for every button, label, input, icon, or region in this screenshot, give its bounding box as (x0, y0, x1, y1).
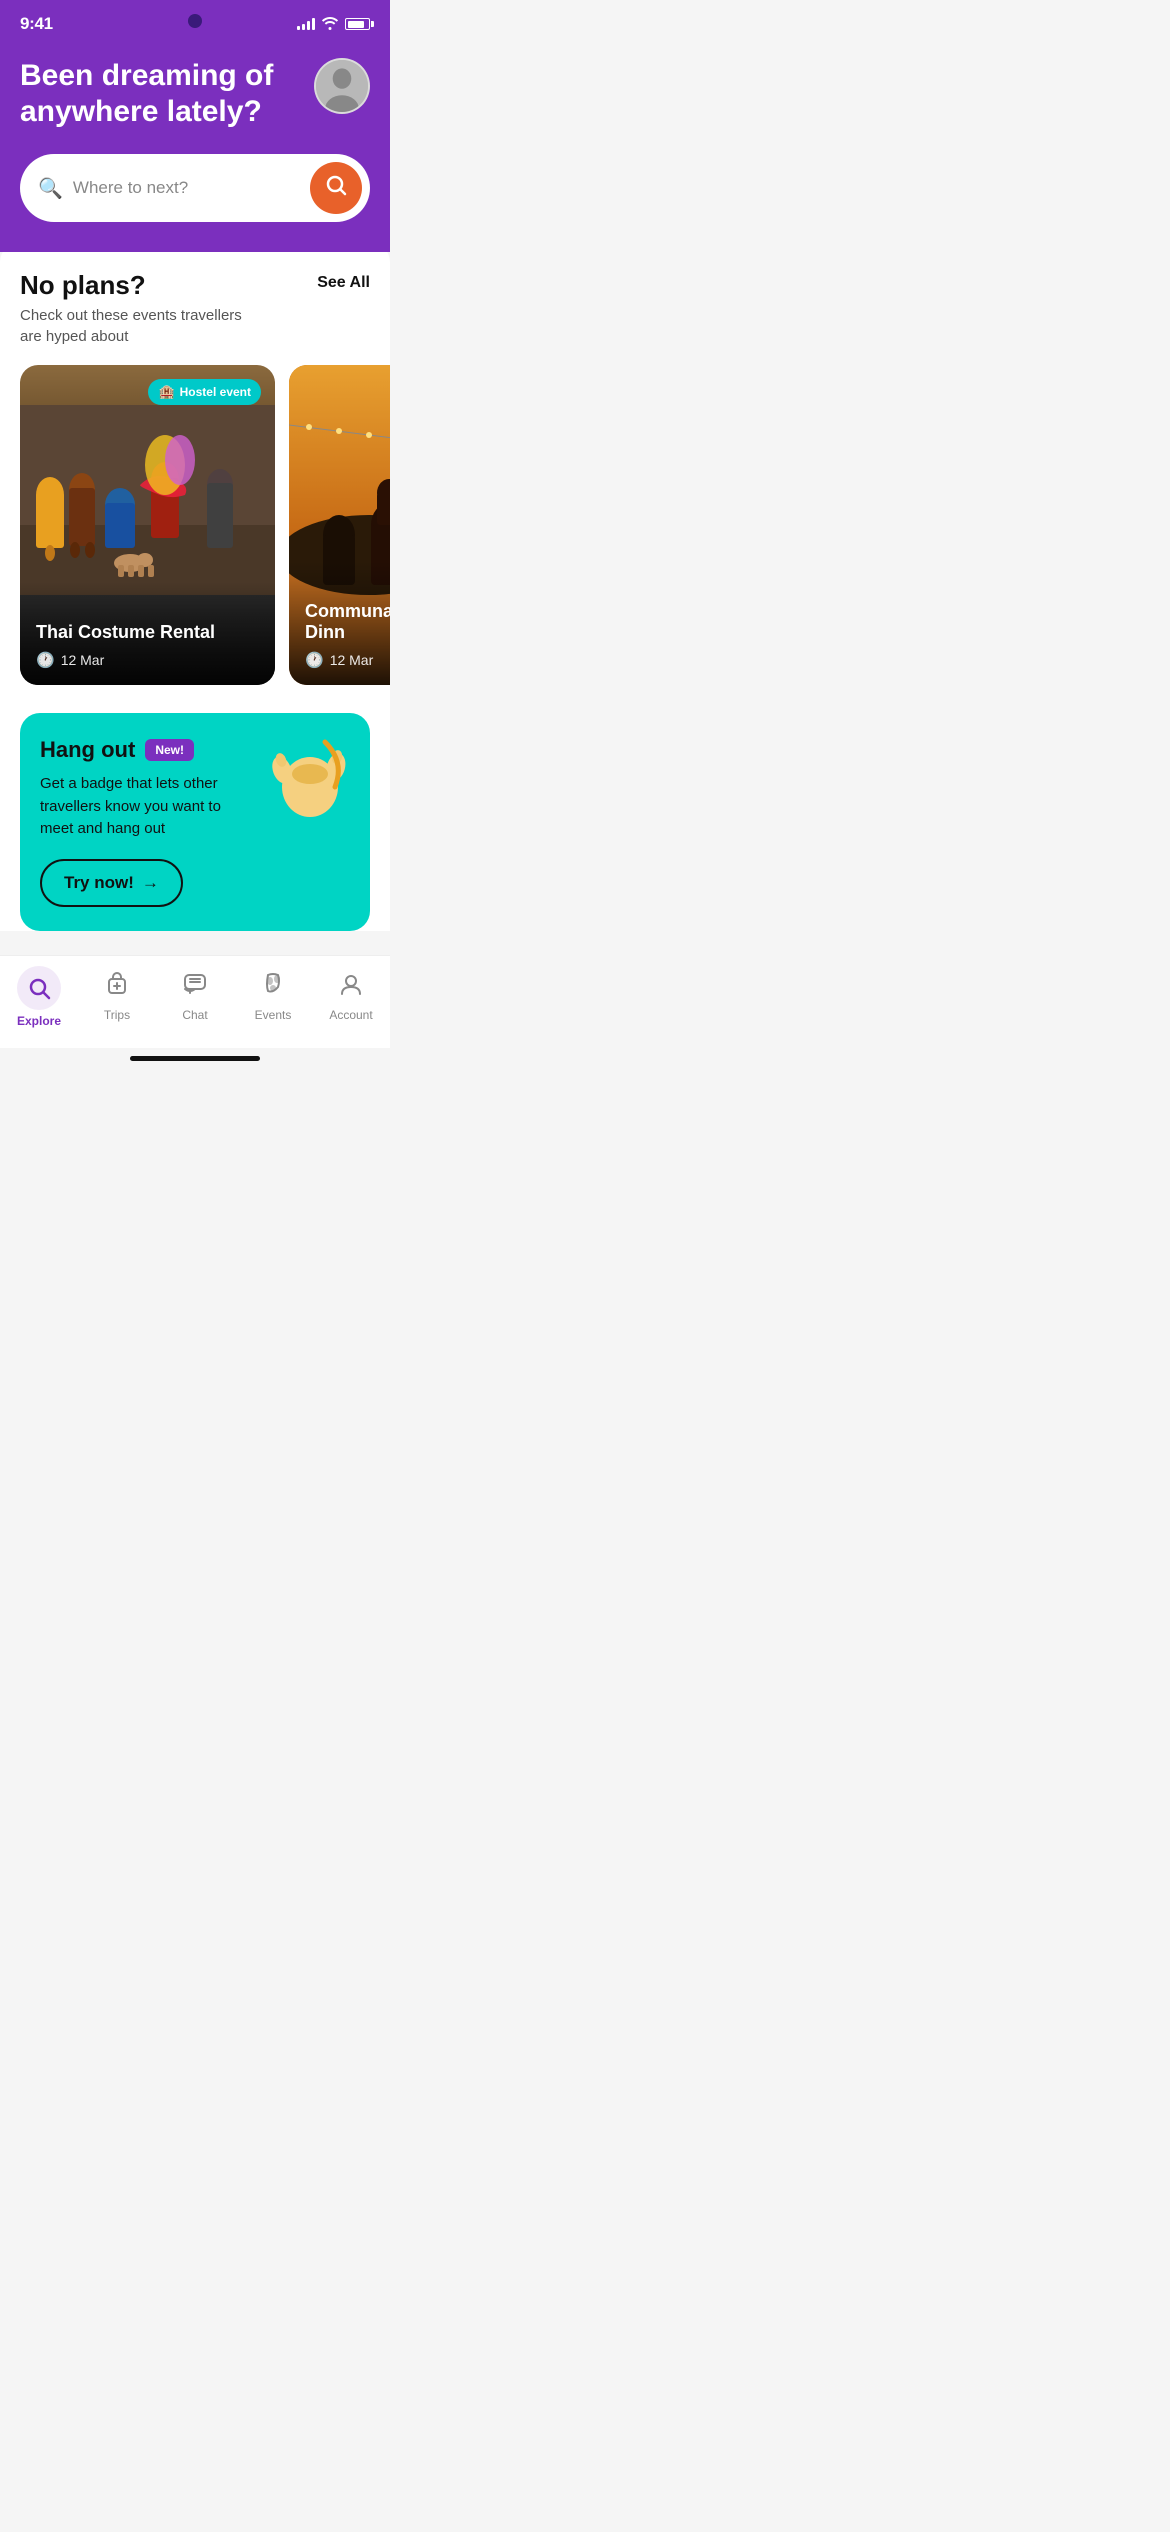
nav-item-chat[interactable]: Chat (156, 971, 234, 1022)
new-badge: New! (145, 739, 194, 761)
hangout-emoji (270, 732, 350, 832)
trips-icon (104, 971, 130, 1004)
event-card-2-date: 🕐 12 Mar (305, 651, 390, 669)
search-button[interactable] (310, 162, 362, 214)
main-content: No plans? Check out these events travell… (0, 242, 390, 931)
event-card-2-overlay: Communal Dinn 🕐 12 Mar (289, 561, 390, 685)
event-card-2-title: Communal Dinn (305, 601, 390, 643)
search-bar[interactable]: 🔍 Where to next? (20, 154, 370, 222)
nav-label-events: Events (255, 1008, 292, 1022)
event-card-2[interactable]: 🏨 Communal Dinn 🕐 12 Mar (289, 365, 390, 685)
clock-icon-2: 🕐 (305, 651, 324, 669)
section-title: No plans? (20, 270, 260, 301)
search-placeholder: Where to next? (73, 178, 300, 198)
event-card-1-date: 🕐 12 Mar (36, 651, 259, 669)
events-icon (260, 971, 286, 1004)
try-now-button[interactable]: Try now! → (40, 859, 183, 907)
nav-item-trips[interactable]: Trips (78, 971, 156, 1022)
signal-icon (297, 18, 315, 30)
nav-item-explore[interactable]: Explore (0, 966, 78, 1028)
camera-dot (188, 14, 202, 28)
battery-icon (345, 18, 370, 30)
header: Been dreaming of anywhere lately? 🔍 Wher… (0, 42, 390, 252)
event-card-1-title: Thai Costume Rental (36, 622, 259, 643)
nav-label-trips: Trips (104, 1008, 130, 1022)
avatar[interactable] (314, 58, 370, 114)
search-button-icon (324, 173, 348, 203)
clock-icon-1: 🕐 (36, 651, 55, 669)
events-row: 🏨 Hostel event Thai Costume Rental 🕐 12 … (0, 365, 390, 685)
header-title: Been dreaming of anywhere lately? (20, 58, 280, 130)
search-icon-left: 🔍 (38, 176, 63, 201)
home-indicator (130, 1056, 260, 1061)
nav-label-account: Account (329, 1008, 372, 1022)
section-subtitle: Check out these events travellers are hy… (20, 305, 260, 347)
status-time: 9:41 (20, 14, 53, 34)
nav-item-events[interactable]: Events (234, 971, 312, 1022)
see-all-button[interactable]: See All (317, 270, 370, 292)
event-card-1[interactable]: 🏨 Hostel event Thai Costume Rental 🕐 12 … (20, 365, 275, 685)
status-icons (297, 16, 370, 33)
bottom-nav: Explore Trips Chat (0, 955, 390, 1048)
wifi-icon (321, 16, 339, 33)
nav-label-chat: Chat (182, 1008, 207, 1022)
chat-icon (182, 971, 208, 1004)
hangout-desc: Get a badge that lets other travellers k… (40, 773, 254, 841)
event-card-1-overlay: Thai Costume Rental 🕐 12 Mar (20, 582, 275, 685)
event-badge-1: 🏨 Hostel event (148, 379, 261, 405)
account-icon (338, 971, 364, 1004)
hangout-banner: Hang out New! Get a badge that lets othe… (20, 713, 370, 931)
hangout-content: Hang out New! Get a badge that lets othe… (40, 737, 254, 907)
explore-icon (26, 975, 52, 1001)
no-plans-section: No plans? Check out these events travell… (20, 270, 370, 347)
explore-icon-bg (17, 966, 61, 1010)
nav-label-explore: Explore (17, 1014, 61, 1028)
hangout-title: Hang out (40, 737, 135, 763)
nav-item-account[interactable]: Account (312, 971, 390, 1022)
